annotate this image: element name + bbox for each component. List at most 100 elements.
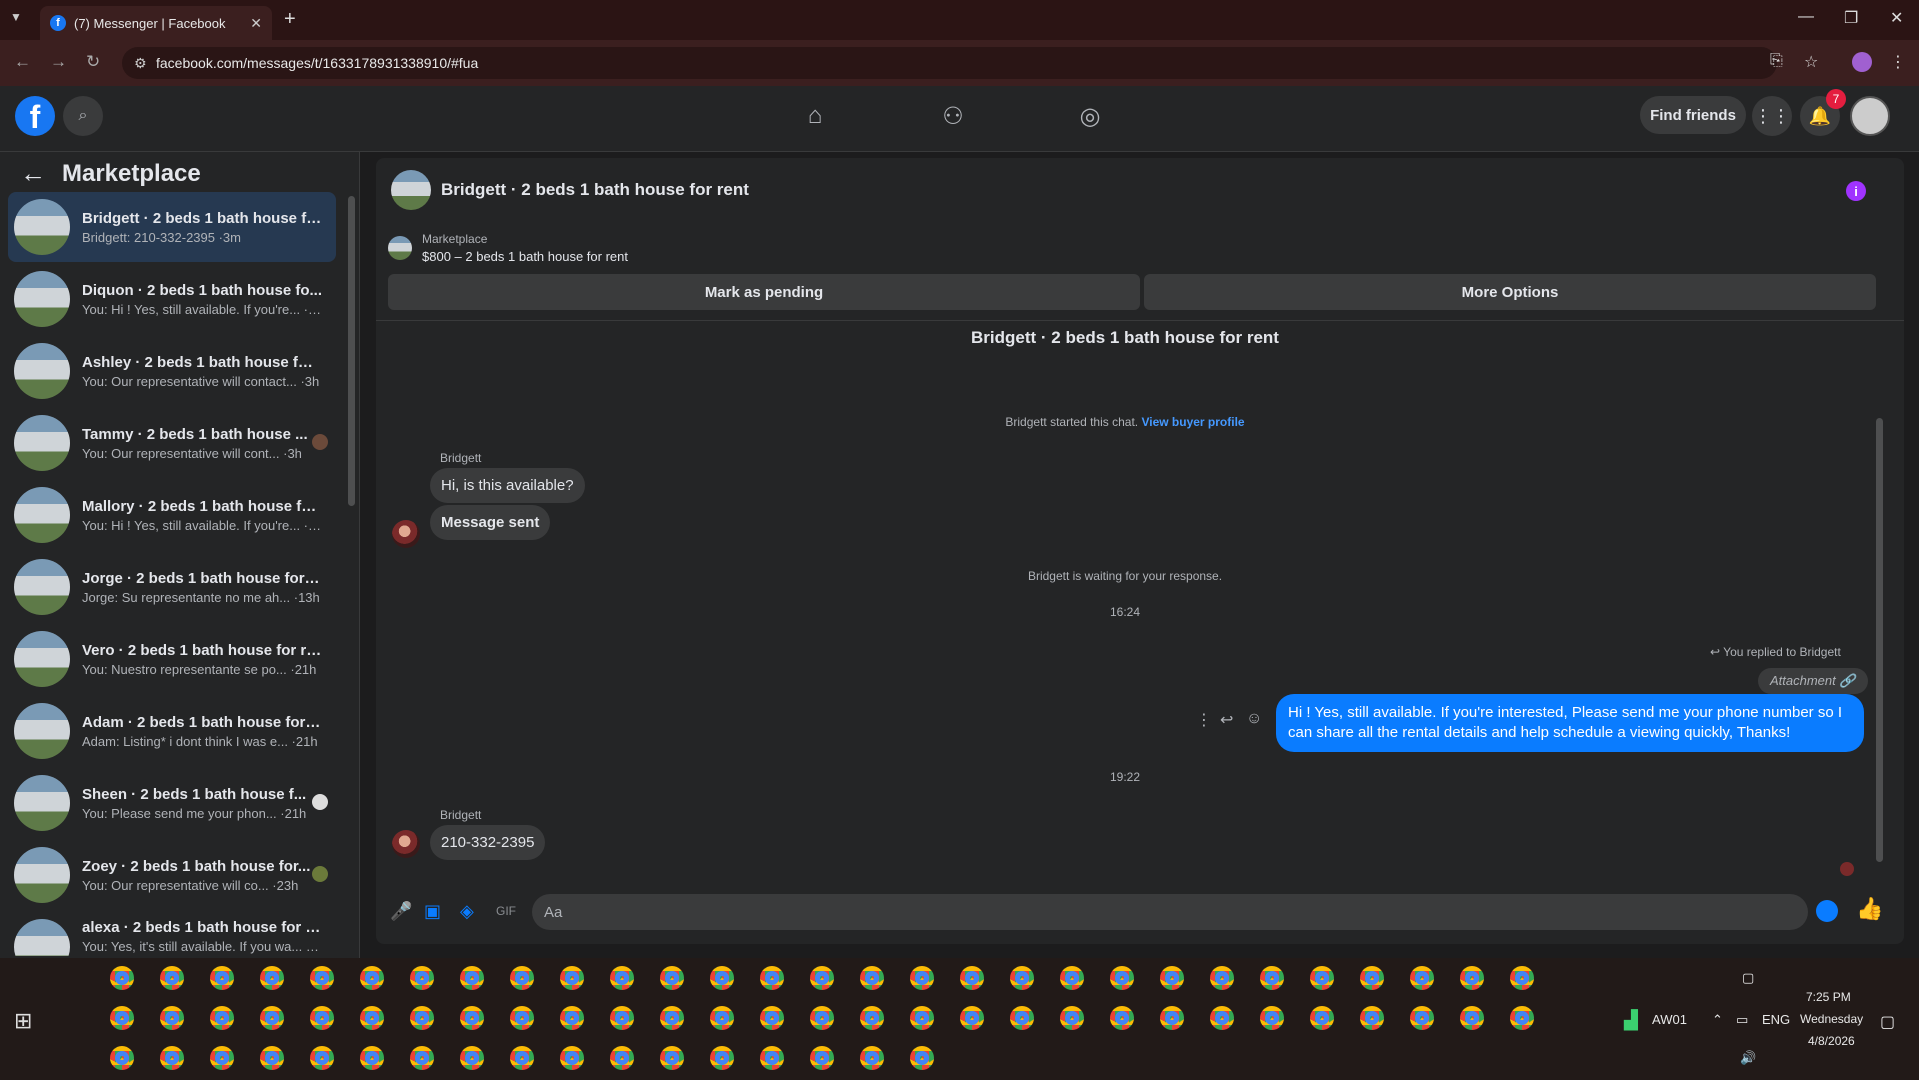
conversation-item[interactable]: Tammy · 2 beds 1 bath house ... You: Our … <box>8 408 336 478</box>
chrome-icon[interactable] <box>410 1006 434 1030</box>
chrome-icon[interactable] <box>110 1006 134 1030</box>
chrome-icon[interactable] <box>660 1046 684 1070</box>
forward-icon[interactable]: → <box>50 52 67 72</box>
restore-icon[interactable]: ❐ <box>1844 8 1858 28</box>
chrome-icon[interactable] <box>660 1006 684 1030</box>
conversation-item[interactable]: Zoey · 2 beds 1 bath house for... You: Ou… <box>8 840 336 910</box>
chrome-icon[interactable] <box>410 1046 434 1070</box>
account-avatar[interactable] <box>1850 96 1890 136</box>
chrome-icon[interactable] <box>860 1006 884 1030</box>
chrome-icon[interactable] <box>760 966 784 990</box>
store-icon[interactable] <box>160 966 184 990</box>
settings-icon[interactable] <box>360 966 384 990</box>
network-signal-icon[interactable]: ▟ <box>1624 1010 1638 1031</box>
chrome-icon[interactable] <box>260 1006 284 1030</box>
chrome-icon[interactable] <box>1160 966 1184 990</box>
conversation-item[interactable]: Jorge · 2 beds 1 bath house for r... Jorg… <box>8 552 336 622</box>
more-actions-icon[interactable]: ⋮ <box>1196 710 1212 730</box>
site-info-icon[interactable]: ⚙ <box>134 55 147 72</box>
microphone-icon[interactable]: 🎤 <box>390 901 412 922</box>
message-input[interactable]: Aa <box>532 894 1808 930</box>
chrome-icon[interactable] <box>910 1006 934 1030</box>
attachment-chip[interactable]: Attachment 🔗 <box>1758 668 1868 694</box>
chrome-icon[interactable] <box>310 1046 334 1070</box>
chrome-icon[interactable] <box>1460 1006 1484 1030</box>
more-options-button[interactable]: More Options <box>1144 274 1876 310</box>
sticker-icon[interactable]: ◈ <box>460 901 474 922</box>
windows-start-icon[interactable]: ⊞ <box>14 1008 32 1034</box>
conversation-item[interactable]: Mallory · 2 beds 1 bath house fo... You: … <box>8 480 336 550</box>
chrome-icon[interactable] <box>160 1006 184 1030</box>
close-window-icon[interactable]: ✕ <box>1890 8 1903 28</box>
conversation-list-scrollbar[interactable] <box>348 196 355 506</box>
chrome-icon[interactable] <box>510 1046 534 1070</box>
app-icon[interactable] <box>210 966 234 990</box>
chrome-icon[interactable] <box>560 1046 584 1070</box>
chrome-icon[interactable] <box>1410 966 1434 990</box>
chrome-icon[interactable] <box>1510 966 1534 990</box>
app-icon[interactable] <box>160 1046 184 1070</box>
find-friends-button[interactable]: Find friends <box>1640 96 1746 134</box>
install-app-icon[interactable]: ⎘ <box>1770 52 1783 70</box>
chrome-icon[interactable] <box>810 1006 834 1030</box>
message-bubble[interactable]: Message sent <box>430 505 551 540</box>
back-arrow-icon[interactable]: ← <box>20 158 46 189</box>
search-icon[interactable]: ⌕ <box>63 96 103 136</box>
conversation-item[interactable]: Adam · 2 beds 1 bath house for r... Adam:… <box>8 696 336 766</box>
tray-overflow-icon[interactable]: ⌃ <box>1712 1012 1723 1028</box>
chrome-icon[interactable] <box>110 1046 134 1070</box>
chrome-icon[interactable] <box>1110 966 1134 990</box>
chrome-icon[interactable] <box>910 1046 934 1070</box>
minimize-icon[interactable]: — <box>1798 8 1814 26</box>
chrome-icon[interactable] <box>1510 1006 1534 1030</box>
display-icon[interactable]: ▭ <box>1736 1012 1748 1028</box>
chrome-icon[interactable] <box>310 1006 334 1030</box>
info-icon[interactable]: i <box>1846 181 1866 201</box>
conversation-item[interactable]: Bridgett · 2 beds 1 bath house fo... Brid… <box>8 192 336 262</box>
reload-icon[interactable]: ↻ <box>86 52 100 72</box>
chrome-icon[interactable] <box>1210 1006 1234 1030</box>
chrome-icon[interactable] <box>710 1046 734 1070</box>
conversation-item[interactable]: Vero · 2 beds 1 bath house for re... You:… <box>8 624 336 694</box>
clock-date[interactable]: 4/8/2026 <box>1808 1034 1855 1048</box>
chrome-icon[interactable] <box>760 1006 784 1030</box>
friends-icon[interactable]: ⚇ <box>933 100 973 132</box>
conversation-item[interactable]: Sheen · 2 beds 1 bath house f... You: Ple… <box>8 768 336 838</box>
edge-icon[interactable] <box>510 966 534 990</box>
chrome-icon[interactable] <box>1210 966 1234 990</box>
groups-icon[interactable]: ◎ <box>1070 100 1110 132</box>
copilot-icon[interactable] <box>110 966 134 990</box>
chrome-icon[interactable] <box>1060 966 1084 990</box>
chrome-icon[interactable] <box>610 1006 634 1030</box>
input-language[interactable]: ENG <box>1762 1012 1790 1027</box>
chrome-icon[interactable] <box>1310 1006 1334 1030</box>
chrome-icon[interactable] <box>1060 1006 1084 1030</box>
chrome-icon[interactable] <box>510 1006 534 1030</box>
chrome-icon[interactable] <box>710 966 734 990</box>
chrome-icon[interactable] <box>460 1006 484 1030</box>
menu-grid-icon[interactable]: ⋮⋮ <box>1752 96 1792 136</box>
photo-icon[interactable]: ▣ <box>424 901 441 922</box>
chatgpt-icon[interactable] <box>310 966 334 990</box>
notepad-icon[interactable] <box>260 1046 284 1070</box>
chrome-icon[interactable] <box>1260 966 1284 990</box>
chrome-icon[interactable] <box>460 1046 484 1070</box>
chrome-icon[interactable] <box>1160 1006 1184 1030</box>
message-bubble[interactable]: Hi, is this available? <box>430 468 585 503</box>
conversation-item[interactable]: alexa · 2 beds 1 bath house for r... You:… <box>8 912 336 956</box>
file-explorer-icon[interactable] <box>560 966 584 990</box>
chrome-icon[interactable] <box>460 966 484 990</box>
chrome-icon[interactable] <box>1260 1006 1284 1030</box>
show-desktop-icon[interactable]: ▢ <box>1742 970 1754 986</box>
chrome-icon[interactable] <box>560 1006 584 1030</box>
volume-icon[interactable]: 🔊 <box>1740 1050 1756 1066</box>
mark-as-pending-button[interactable]: Mark as pending <box>388 274 1140 310</box>
message-bubble[interactable]: 210-332-2395 <box>430 825 546 860</box>
gif-icon[interactable]: GIF <box>496 904 516 918</box>
security-icon[interactable] <box>410 966 434 990</box>
my-reply-bubble[interactable]: Hi ! Yes, still available. If you're int… <box>1276 694 1864 752</box>
browser-profile-avatar[interactable] <box>1852 52 1872 72</box>
facebook-logo-icon[interactable]: f <box>15 96 55 136</box>
new-tab-button[interactable]: + <box>284 8 296 31</box>
chrome-icon[interactable] <box>1460 966 1484 990</box>
